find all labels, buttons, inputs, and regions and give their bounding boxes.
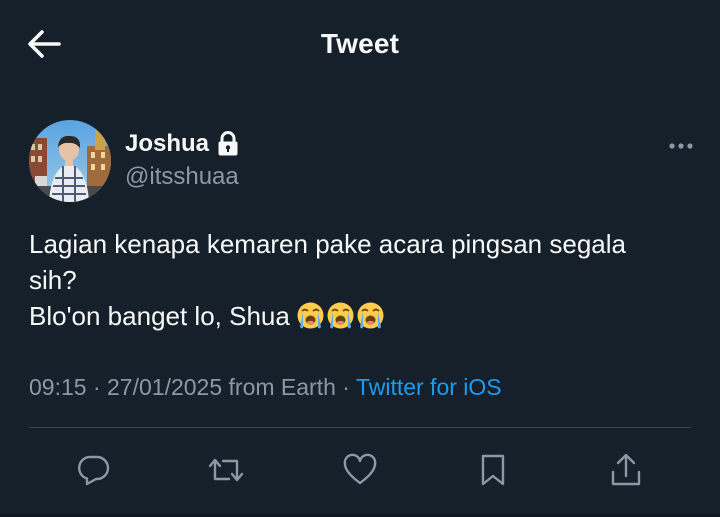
- author-handle[interactable]: @itsshuaa: [125, 163, 239, 191]
- action-bar: [0, 448, 720, 496]
- loudly-crying-face-emoji: [296, 301, 325, 330]
- tweet-detail-screen: Tweet Joshua @itsshuaa Lagian kenapa kem…: [0, 0, 720, 517]
- tweet-text-line-2: sih?: [29, 265, 77, 295]
- emoji-group: [296, 301, 385, 330]
- more-horizontal-icon: [668, 137, 694, 155]
- author-name[interactable]: Joshua: [125, 130, 239, 158]
- tweet-time: 09:15: [29, 374, 87, 400]
- tweet-text-line-3: Blo'on banget lo, Shua: [29, 298, 689, 334]
- reply-icon: [77, 453, 111, 492]
- tweet-text-line-1: Lagian kenapa kemaren pake acara pingsan…: [29, 229, 626, 259]
- share-icon: [609, 452, 643, 493]
- bookmark-button[interactable]: [469, 448, 517, 496]
- bookmark-icon: [478, 453, 508, 492]
- page-title: Tweet: [320, 28, 400, 59]
- heart-icon: [342, 453, 378, 492]
- tweet-location: from Earth: [222, 374, 336, 400]
- retweet-button[interactable]: [202, 448, 250, 496]
- loudly-crying-face-emoji: [326, 301, 355, 330]
- like-button[interactable]: [336, 448, 384, 496]
- tweet-source-link[interactable]: Twitter for iOS: [356, 374, 502, 400]
- tweet-text-line-3-text: Blo'on banget lo, Shua: [29, 301, 290, 331]
- header: Tweet: [0, 0, 720, 92]
- author-name-text: Joshua: [125, 130, 210, 157]
- lock-icon: [217, 131, 239, 157]
- reply-button[interactable]: [70, 448, 118, 496]
- more-options-button[interactable]: [664, 134, 698, 158]
- divider: [29, 427, 691, 428]
- retweet-icon: [207, 453, 245, 492]
- share-button[interactable]: [602, 448, 650, 496]
- loudly-crying-face-emoji: [356, 301, 385, 330]
- avatar[interactable]: [29, 120, 111, 202]
- meta-separator: ·: [335, 374, 356, 400]
- tweet-text: Lagian kenapa kemaren pake acara pingsan…: [29, 226, 689, 334]
- tweet-meta: 09:15 · 27/01/2025 from Earth · Twitter …: [29, 374, 502, 401]
- meta-separator: ·: [86, 374, 108, 400]
- tweet-date: 27/01/2025: [107, 374, 223, 400]
